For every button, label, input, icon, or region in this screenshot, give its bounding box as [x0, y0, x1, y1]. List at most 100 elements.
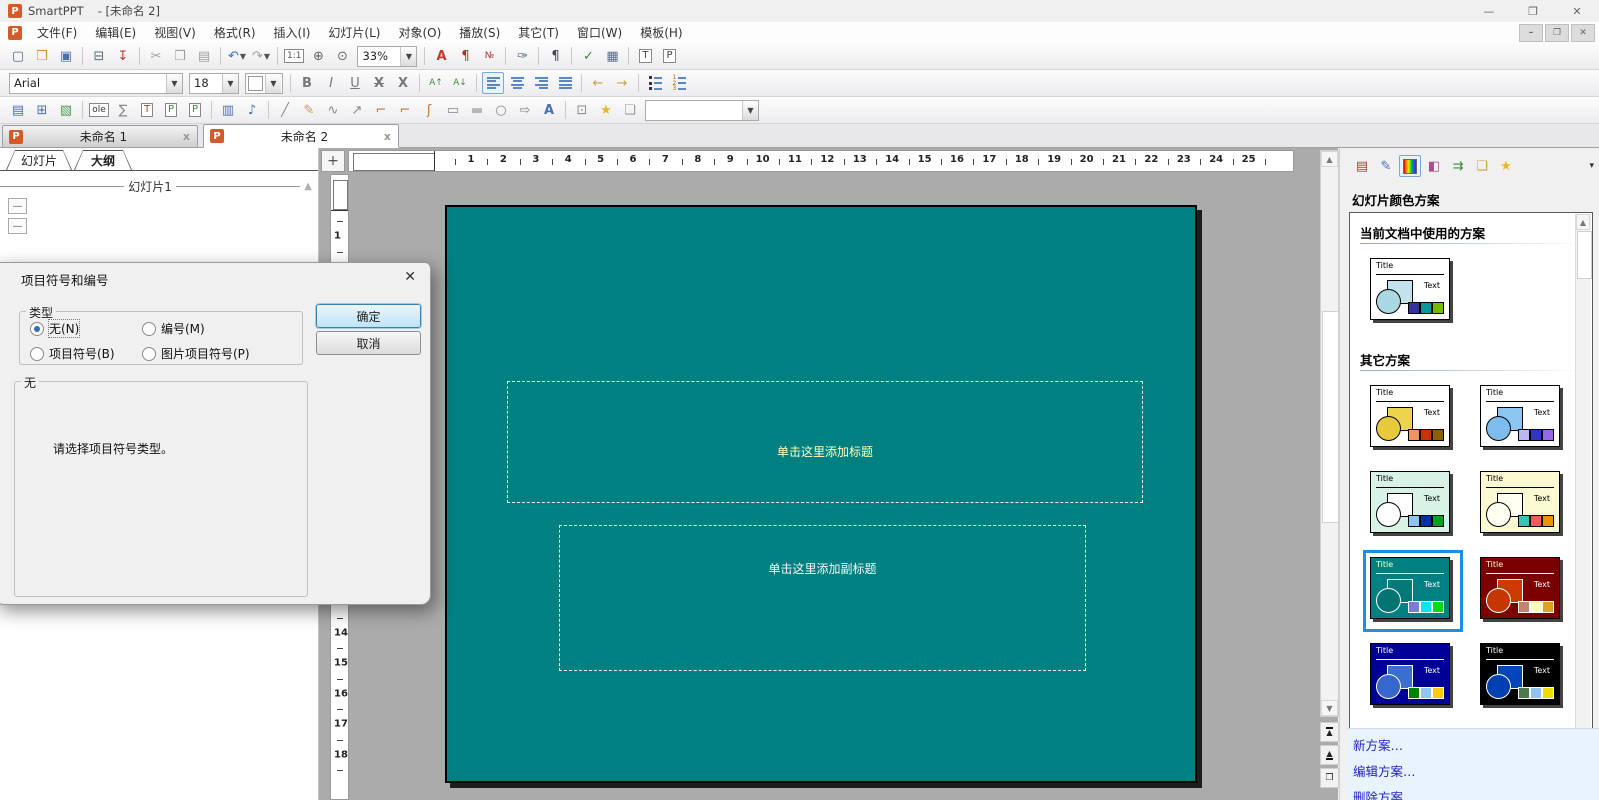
- scroll-up-icon[interactable]: ▲: [1321, 151, 1338, 167]
- color-scheme-thumbnail[interactable]: TitleText: [1370, 643, 1456, 711]
- print-icon[interactable]: ⊟: [88, 45, 110, 67]
- connector-curve-icon[interactable]: ʃ: [418, 99, 440, 121]
- bullet-list-icon[interactable]: [644, 72, 666, 94]
- stats-icon[interactable]: ▦: [601, 45, 623, 67]
- title-placeholder-icon[interactable]: T: [136, 99, 158, 121]
- zoom-icon[interactable]: ⊙: [331, 45, 353, 67]
- increase-font-icon[interactable]: A↑: [425, 72, 447, 94]
- formatting-marks-icon[interactable]: ¶: [544, 45, 566, 67]
- color-scheme-thumbnail[interactable]: TitleText: [1370, 258, 1456, 326]
- menu-item-5[interactable]: 幻灯片(L): [319, 22, 389, 43]
- new-document-icon[interactable]: ▢: [7, 45, 29, 67]
- star-icon[interactable]: ★: [595, 99, 617, 121]
- shapes-icon[interactable]: ⇨: [514, 99, 536, 121]
- formula-icon[interactable]: ∑: [112, 99, 134, 121]
- save-icon[interactable]: ▣: [55, 45, 77, 67]
- bold-icon[interactable]: B: [296, 72, 318, 94]
- radio-icon[interactable]: [142, 322, 156, 336]
- cut-icon[interactable]: ✂: [145, 45, 167, 67]
- animation-panel-icon[interactable]: ★: [1495, 155, 1517, 177]
- new-scheme-link[interactable]: 新方案…: [1353, 735, 1599, 754]
- color-scheme-thumbnail-selected[interactable]: TitleText: [1370, 557, 1456, 625]
- open-folder-icon[interactable]: ❒: [31, 45, 53, 67]
- decrease-indent-icon[interactable]: ←: [587, 72, 609, 94]
- zoom-100-icon[interactable]: 1:1: [283, 45, 305, 67]
- menu-item-7[interactable]: 播放(S): [450, 22, 509, 43]
- template-panel-icon[interactable]: ✎: [1375, 155, 1397, 177]
- layout-panel-icon[interactable]: ▤: [1351, 155, 1373, 177]
- numbered-list-icon[interactable]: 123: [668, 72, 690, 94]
- chevron-down-icon[interactable]: ▼: [222, 74, 238, 93]
- audio-icon[interactable]: ♪: [241, 99, 263, 121]
- extrusion-icon[interactable]: ❏: [619, 99, 641, 121]
- mdi-minimize-button[interactable]: –: [1519, 24, 1543, 42]
- align-right-icon[interactable]: [530, 72, 552, 94]
- window-close-button[interactable]: ✕: [1555, 0, 1599, 22]
- increase-indent-icon[interactable]: →: [611, 72, 633, 94]
- ok-button[interactable]: 确定: [316, 304, 421, 328]
- chevron-down-icon[interactable]: ▼: [166, 74, 182, 93]
- font-name-combo[interactable]: Arial▼: [9, 73, 183, 94]
- subtitle-placeholder[interactable]: 单击这里添加副标题: [559, 525, 1086, 671]
- font-color-combo[interactable]: ▼: [245, 73, 283, 94]
- color-scheme-panel-icon[interactable]: [1399, 155, 1421, 177]
- align-center-icon[interactable]: [506, 72, 528, 94]
- menu-item-6[interactable]: 对象(O): [389, 22, 450, 43]
- underline-icon[interactable]: U: [344, 72, 366, 94]
- menu-item-0[interactable]: 文件(F): [28, 22, 86, 43]
- spellcheck-icon[interactable]: ✓: [577, 45, 599, 67]
- copy-icon[interactable]: ❒: [169, 45, 191, 67]
- video-icon[interactable]: ▥: [217, 99, 239, 121]
- outline-collapse-icon[interactable]: —: [8, 198, 27, 214]
- first-slide-button[interactable]: ▲: [1320, 722, 1339, 742]
- arrow-icon[interactable]: ↗: [346, 99, 368, 121]
- zoom-object-icon[interactable]: ⊕: [307, 45, 329, 67]
- cancel-button[interactable]: 取消: [316, 331, 421, 355]
- menu-item-2[interactable]: 视图(V): [145, 22, 205, 43]
- table-icon[interactable]: ⊞: [31, 99, 53, 121]
- panel-menu-arrow-icon[interactable]: ▾: [1589, 161, 1594, 171]
- shape-style-combo[interactable]: ▼: [645, 100, 759, 121]
- connector-elbow-icon[interactable]: ⌐: [394, 99, 416, 121]
- dialog-close-icon[interactable]: ✕: [404, 269, 416, 285]
- scrollbar-thumb[interactable]: [1322, 311, 1339, 523]
- pdf-export-icon[interactable]: ↧: [112, 45, 134, 67]
- radio-image-bullet[interactable]: 图片项目符号(P): [142, 345, 292, 362]
- outline-collapse-icon[interactable]: —: [8, 218, 27, 234]
- mdi-restore-button[interactable]: ❐: [1545, 24, 1569, 42]
- window-minimize-button[interactable]: —: [1467, 0, 1511, 22]
- delete-scheme-link[interactable]: 删除方案: [1353, 787, 1599, 800]
- chevron-down-icon[interactable]: ▼: [400, 47, 416, 66]
- content-placeholder2-icon[interactable]: P: [184, 99, 206, 121]
- doc-tab-1[interactable]: P 未命名 1 x: [2, 125, 198, 147]
- menu-item-9[interactable]: 窗口(W): [568, 22, 631, 43]
- outline-scroll-up-icon[interactable]: ▲: [304, 181, 312, 192]
- scroll-down-icon[interactable]: ▼: [1321, 700, 1338, 716]
- font-size-combo[interactable]: 18▼: [189, 73, 239, 94]
- chevron-down-icon[interactable]: ▼: [265, 74, 281, 93]
- effects-panel-icon[interactable]: ❏: [1471, 155, 1493, 177]
- chevron-down-icon[interactable]: ▼: [742, 101, 758, 120]
- bullets-numbering-icon[interactable]: №: [478, 45, 500, 67]
- freeform-icon[interactable]: ✎: [298, 99, 320, 121]
- menu-item-8[interactable]: 其它(T): [509, 22, 568, 43]
- scrollbar-thumb[interactable]: [1577, 231, 1592, 279]
- italic-icon[interactable]: I: [320, 72, 342, 94]
- ole-object-icon[interactable]: ole: [88, 99, 110, 121]
- position-icon[interactable]: ⊡: [571, 99, 593, 121]
- redo-icon[interactable]: ↷▼: [250, 45, 272, 67]
- menu-item-4[interactable]: 插入(I): [265, 22, 320, 43]
- align-left-icon[interactable]: [482, 72, 504, 94]
- tab-outline[interactable]: 大纲: [74, 150, 132, 170]
- color-scheme-thumbnail[interactable]: TitleText: [1370, 471, 1456, 539]
- paragraph-format-icon[interactable]: ¶: [454, 45, 476, 67]
- menu-item-3[interactable]: 格式(R): [205, 22, 265, 43]
- color-scheme-thumbnail[interactable]: TitleText: [1480, 643, 1566, 711]
- doc-tab-close-icon[interactable]: x: [381, 130, 394, 143]
- color-scheme-thumbnail[interactable]: TitleText: [1480, 385, 1566, 453]
- window-maximize-button[interactable]: ❐: [1511, 0, 1555, 22]
- ruler-origin-button[interactable]: +: [321, 150, 345, 172]
- scheme-list-scrollbar[interactable]: ▲ ▼: [1575, 214, 1591, 800]
- fontwork-icon[interactable]: A: [538, 99, 560, 121]
- strikethrough-icon[interactable]: X: [368, 72, 390, 94]
